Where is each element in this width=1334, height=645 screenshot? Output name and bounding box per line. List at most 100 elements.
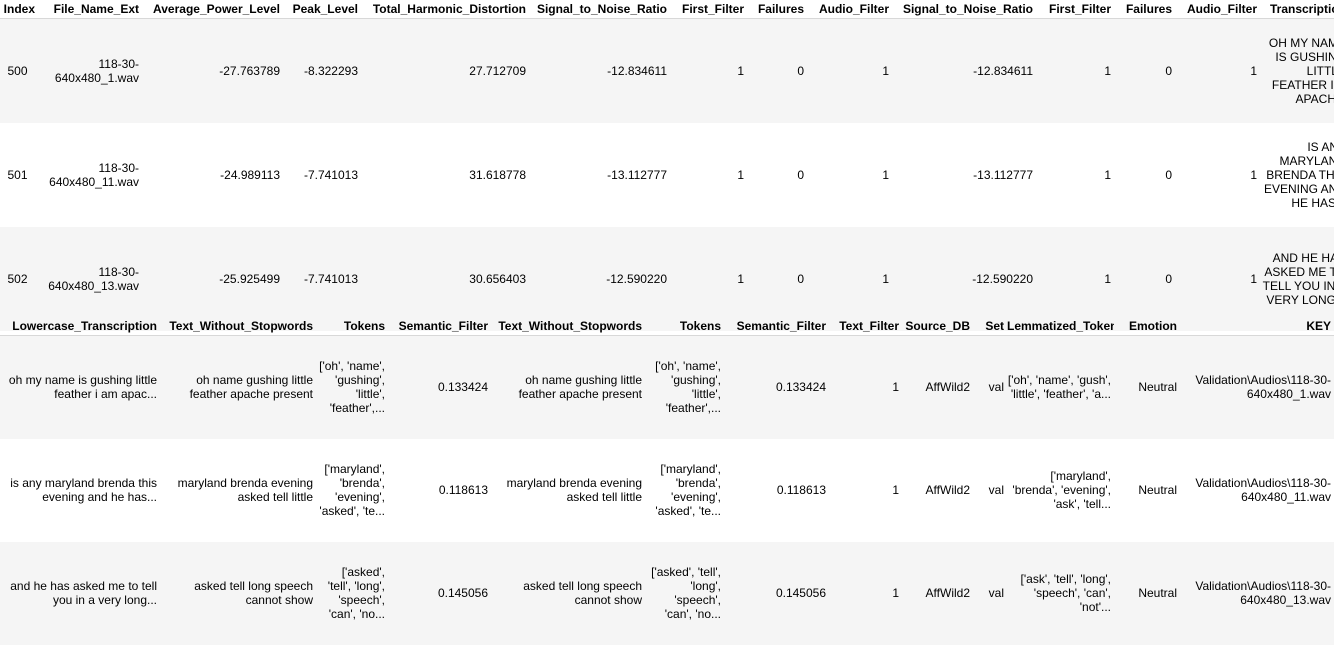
dataframe-table-top: Index File_Name_Ext Average_Power_Level … (0, 0, 1334, 331)
cell-audio-filter-2: 1 (1175, 122, 1260, 227)
column-header-failures: Failures (757, 2, 804, 16)
cell-emotion: Neutral (1114, 335, 1180, 439)
cell-text-filter: 1 (829, 541, 902, 645)
cell-tokens: ['maryland', 'brenda', 'evening', 'asked… (316, 438, 388, 542)
cell-key: Validation\Audios\118-30-640x480_1.wav (1180, 335, 1334, 439)
cell-semantic-filter-2: 0.133424 (724, 335, 829, 439)
cell-tokens: ['asked', 'tell', 'long', 'speech', 'can… (316, 541, 388, 645)
cell-source-db: AffWild2 (902, 335, 973, 439)
cell-index: 502 (0, 226, 38, 331)
cell-failures-2: 0 (1114, 122, 1175, 227)
column-header-lemmatized-tokens: Lemmatized_Tokens (1007, 319, 1114, 333)
cell-snr-2: -13.112777 (892, 122, 1036, 227)
cell-index: 501 (0, 122, 38, 227)
cell-average-power: -25.925499 (142, 226, 283, 331)
cell-first-filter-2: 1 (1036, 122, 1114, 227)
column-header-text-filter: Text_Filter (839, 319, 899, 333)
cell-snr-2: -12.834611 (892, 18, 1036, 123)
cell-file-name: 118-30-640x480_1.wav (38, 18, 142, 123)
cell-transcription: IS ANY MARYLAND BRENDA THIS EVENING AND … (1260, 122, 1334, 227)
column-header-audio-filter: Audio_Filter (818, 2, 889, 16)
column-header-text-without-stopwords: Text_Without_Stopwords (169, 319, 313, 333)
column-header-index: Index (3, 2, 35, 16)
cell-failures: 0 (747, 18, 807, 123)
table-row: 501 118-30-640x480_11.wav -24.989113 -7.… (0, 122, 1334, 227)
cell-snr: -12.590220 (529, 226, 670, 331)
cell-audio-filter-2: 1 (1175, 226, 1260, 331)
header-row: Lowercase_Transcription Text_Without_Sto… (0, 317, 1334, 336)
column-header-lowercase-transcription: Lowercase_Transcription (12, 319, 157, 333)
cell-tokens: ['oh', 'name', 'gushing', 'little', 'fea… (316, 335, 388, 439)
cell-source-db: AffWild2 (902, 541, 973, 645)
table-row: 502 118-30-640x480_13.wav -25.925499 -7.… (0, 226, 1334, 331)
cell-lemmatized-tokens: ['oh', 'name', 'gush', 'little', 'feathe… (1007, 335, 1114, 439)
cell-audio-filter-2: 1 (1175, 18, 1260, 123)
cell-lemmatized-tokens: ['ask', 'tell', 'long', 'speech', 'can',… (1007, 541, 1114, 645)
column-header-source-db: Source_DB (905, 319, 970, 333)
header-row: Index File_Name_Ext Average_Power_Level … (0, 0, 1334, 19)
cell-key: Validation\Audios\118-30-640x480_13.wav (1180, 541, 1334, 645)
cell-tokens-2: ['oh', 'name', 'gushing', 'little', 'fea… (645, 335, 724, 439)
cell-failures-2: 0 (1114, 18, 1175, 123)
cell-peak-level: -7.741013 (283, 122, 361, 227)
column-header-key: KEY (1306, 319, 1331, 333)
column-header-tokens-2: Tokens (679, 319, 721, 333)
column-header-signal-to-noise-ratio: Signal_to_Noise_Ratio (536, 2, 667, 16)
cell-text-filter: 1 (829, 438, 902, 542)
cell-average-power: -27.763789 (142, 18, 283, 123)
cell-emotion: Neutral (1114, 438, 1180, 542)
table-row: 500 118-30-640x480_1.wav -27.763789 -8.3… (0, 18, 1334, 123)
cell-text-without-stopwords-2: asked tell long speech cannot show (491, 541, 645, 645)
column-header-signal-to-noise-ratio-2: Signal_to_Noise_Ratio (902, 2, 1033, 16)
cell-average-power: -24.989113 (142, 122, 283, 227)
cell-first-filter: 1 (670, 226, 747, 331)
cell-first-filter: 1 (670, 122, 747, 227)
cell-snr: -12.834611 (529, 18, 670, 123)
cell-semantic-filter: 0.133424 (388, 335, 491, 439)
cell-set: val (973, 541, 1007, 645)
cell-index: 500 (0, 18, 38, 123)
cell-file-name: 118-30-640x480_11.wav (38, 122, 142, 227)
cell-failures: 0 (747, 226, 807, 331)
cell-text-filter: 1 (829, 335, 902, 439)
column-header-emotion: Emotion (1129, 319, 1177, 333)
cell-thd: 30.656403 (361, 226, 529, 331)
cell-transcription: OH MY NAME IS GUSHING LITTLE FEATHER I'M… (1260, 18, 1334, 123)
cell-thd: 31.618778 (361, 122, 529, 227)
cell-audio-filter: 1 (807, 18, 892, 123)
cell-lowercase-transcription: oh my name is gushing little feather i a… (0, 335, 160, 439)
cell-semantic-filter-2: 0.118613 (724, 438, 829, 542)
cell-snr: -13.112777 (529, 122, 670, 227)
dataframe-table-bottom: Lowercase_Transcription Text_Without_Sto… (0, 317, 1334, 645)
cell-tokens-2: ['maryland', 'brenda', 'evening', 'asked… (645, 438, 724, 542)
cell-tokens-2: ['asked', 'tell', 'long', 'speech', 'can… (645, 541, 724, 645)
column-header-tokens: Tokens (343, 319, 385, 333)
cell-emotion: Neutral (1114, 541, 1180, 645)
cell-text-without-stopwords: oh name gushing little feather apache pr… (160, 335, 316, 439)
cell-source-db: AffWild2 (902, 438, 973, 542)
cell-key: Validation\Audios\118-30-640x480_11.wav (1180, 438, 1334, 542)
cell-text-without-stopwords-2: oh name gushing little feather apache pr… (491, 335, 645, 439)
cell-file-name: 118-30-640x480_13.wav (38, 226, 142, 331)
cell-first-filter-2: 1 (1036, 18, 1114, 123)
cell-peak-level: -8.322293 (283, 18, 361, 123)
table-row: oh my name is gushing little feather i a… (0, 335, 1334, 439)
column-header-first-filter: First_Filter (681, 2, 744, 16)
cell-failures-2: 0 (1114, 226, 1175, 331)
column-header-semantic-filter-2: Semantic_Filter (736, 319, 826, 333)
cell-semantic-filter: 0.145056 (388, 541, 491, 645)
cell-text-without-stopwords: asked tell long speech cannot show (160, 541, 316, 645)
cell-thd: 27.712709 (361, 18, 529, 123)
cell-snr-2: -12.590220 (892, 226, 1036, 331)
column-header-text-without-stopwords-2: Text_Without_Stopwords (498, 319, 642, 333)
column-header-peak-level: Peak_Level (292, 2, 358, 16)
cell-transcription: AND HE HAS ASKED ME TO TELL YOU IN A VER… (1260, 226, 1334, 331)
cell-failures: 0 (747, 122, 807, 227)
column-header-average-power-level: Average_Power_Level (153, 2, 280, 16)
column-header-file-name-ext: File_Name_Ext (53, 2, 139, 16)
column-header-set: Set (985, 319, 1004, 333)
column-header-audio-filter-2: Audio_Filter (1186, 2, 1257, 16)
cell-set: val (973, 438, 1007, 542)
cell-lemmatized-tokens: ['maryland', 'brenda', 'evening', 'ask',… (1007, 438, 1114, 542)
cell-semantic-filter-2: 0.145056 (724, 541, 829, 645)
